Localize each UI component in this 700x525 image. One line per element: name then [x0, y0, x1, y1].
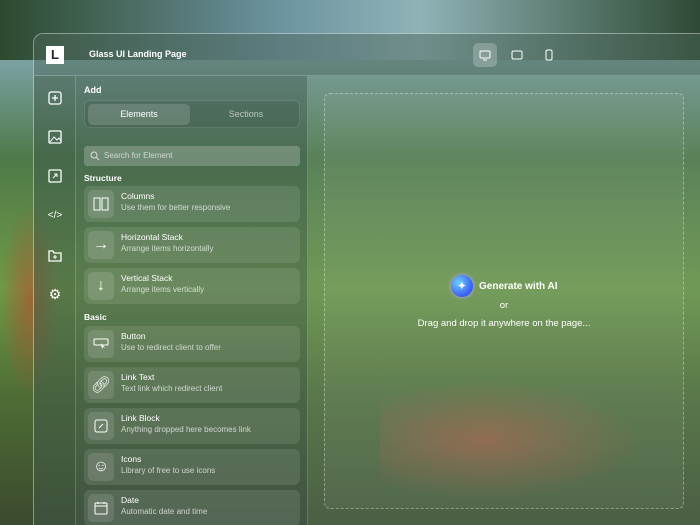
- link-block-icon: [88, 412, 114, 440]
- item-name: Icons: [121, 454, 142, 464]
- tablet-view-button[interactable]: [505, 43, 529, 67]
- columns-icon: [88, 190, 114, 218]
- editor-window: L Glass UI Landing Page </> ⚙ Add Elemen…: [33, 33, 700, 525]
- search-input[interactable]: Search for Element: [84, 146, 300, 166]
- code-icon[interactable]: </>: [46, 206, 64, 224]
- page-title: Glass UI Landing Page: [89, 49, 187, 59]
- generate-label: Generate with AI: [479, 280, 558, 292]
- item-name: Link Text: [121, 372, 155, 382]
- element-columns[interactable]: Columns Use them for better responsive: [84, 186, 300, 222]
- or-text: or: [499, 300, 509, 311]
- drag-hint: Drag and drop it anywhere on the page...: [417, 318, 591, 329]
- tab-elements[interactable]: Elements: [88, 104, 190, 125]
- panel-tabs: Elements Sections: [84, 100, 300, 128]
- item-name: Vertical Stack: [121, 273, 173, 283]
- sparkle-icon: ✦: [451, 275, 473, 297]
- settings-icon[interactable]: ⚙: [46, 285, 64, 303]
- folder-add-icon[interactable]: [46, 246, 64, 264]
- tablet-icon: [511, 50, 523, 60]
- element-link-block[interactable]: Link Block Anything dropped here becomes …: [84, 408, 300, 444]
- desktop-view-button[interactable]: [473, 43, 497, 67]
- item-name: Columns: [121, 191, 155, 201]
- export-icon[interactable]: [46, 167, 64, 185]
- add-icon[interactable]: [46, 89, 64, 107]
- search-placeholder: Search for Element: [104, 151, 173, 160]
- mobile-view-button[interactable]: [537, 43, 561, 67]
- item-desc: Automatic date and time: [121, 507, 208, 516]
- section-basic: Basic: [84, 312, 107, 322]
- item-desc: Library of free to use icons: [121, 466, 216, 475]
- item-desc: Use to redirect client to offer: [121, 343, 221, 352]
- item-name: Date: [121, 495, 139, 505]
- item-desc: Use them for better responsive: [121, 203, 231, 212]
- panel-heading: Add: [84, 85, 102, 95]
- canvas-dropzone[interactable]: ✦ Generate with AI or Drag and drop it an…: [324, 93, 684, 509]
- button-pointer-icon: [88, 330, 114, 358]
- image-icon[interactable]: [46, 128, 64, 146]
- tool-rail: </> ⚙: [34, 76, 76, 525]
- logo[interactable]: L: [46, 46, 64, 64]
- link-icon: 🔗︎: [88, 371, 114, 399]
- item-desc: Arrange items horizontally: [121, 244, 214, 253]
- tab-sections[interactable]: Sections: [195, 104, 297, 125]
- search-icon: [90, 151, 100, 161]
- item-name: Button: [121, 331, 146, 341]
- item-desc: Anything dropped here becomes link: [121, 425, 251, 434]
- element-date[interactable]: Date Automatic date and time: [84, 490, 300, 525]
- item-desc: Text link which redirect client: [121, 384, 223, 393]
- item-name: Horizontal Stack: [121, 232, 183, 242]
- element-button[interactable]: Button Use to redirect client to offer: [84, 326, 300, 362]
- section-structure: Structure: [84, 173, 122, 183]
- calendar-icon: [88, 494, 114, 522]
- mobile-icon: [545, 49, 553, 61]
- element-link-text[interactable]: 🔗︎ Link Text Text link which redirect clie…: [84, 367, 300, 403]
- item-name: Link Block: [121, 413, 160, 423]
- element-vertical-stack[interactable]: ↓ Vertical Stack Arrange items vertically: [84, 268, 300, 304]
- desktop-icon: [479, 50, 491, 60]
- generate-ai-button[interactable]: ✦ Generate with AI: [451, 275, 558, 297]
- arrow-down-icon: ↓: [88, 272, 114, 300]
- item-desc: Arrange items vertically: [121, 285, 205, 294]
- arrow-right-icon: →: [88, 231, 114, 259]
- element-icons[interactable]: ☺ Icons Library of free to use icons: [84, 449, 300, 485]
- add-panel: Add Elements Sections Search for Element…: [76, 76, 308, 525]
- element-horizontal-stack[interactable]: → Horizontal Stack Arrange items horizonta…: [84, 227, 300, 263]
- smiley-icon: ☺: [88, 453, 114, 481]
- header: L Glass UI Landing Page: [34, 34, 700, 76]
